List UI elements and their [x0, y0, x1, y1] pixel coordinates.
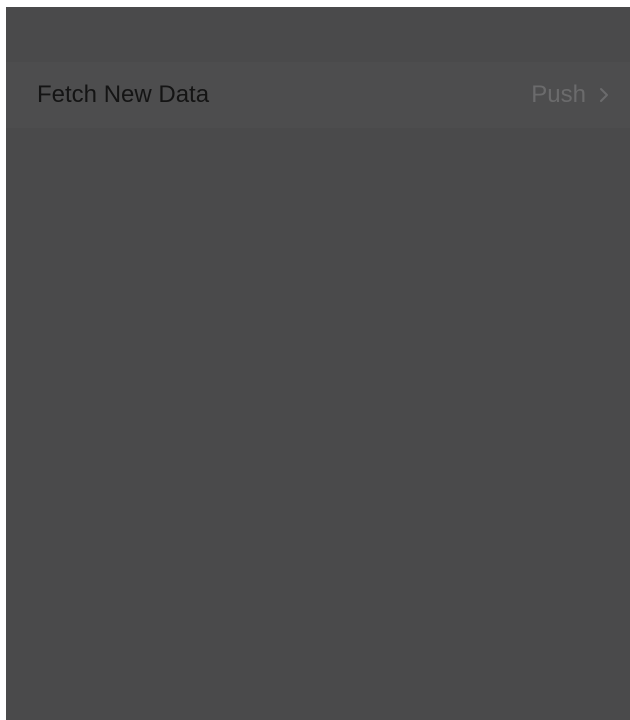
row-value: Push: [531, 81, 586, 108]
row-label: Fetch New Data: [37, 81, 210, 108]
header-spacer: [6, 7, 630, 62]
fetch-new-data-row[interactable]: Fetch New Data Push: [6, 62, 630, 128]
chevron-right-icon: [595, 86, 613, 104]
screen: Fetch New Data Push: [6, 7, 630, 720]
empty-content-area: [6, 128, 630, 720]
